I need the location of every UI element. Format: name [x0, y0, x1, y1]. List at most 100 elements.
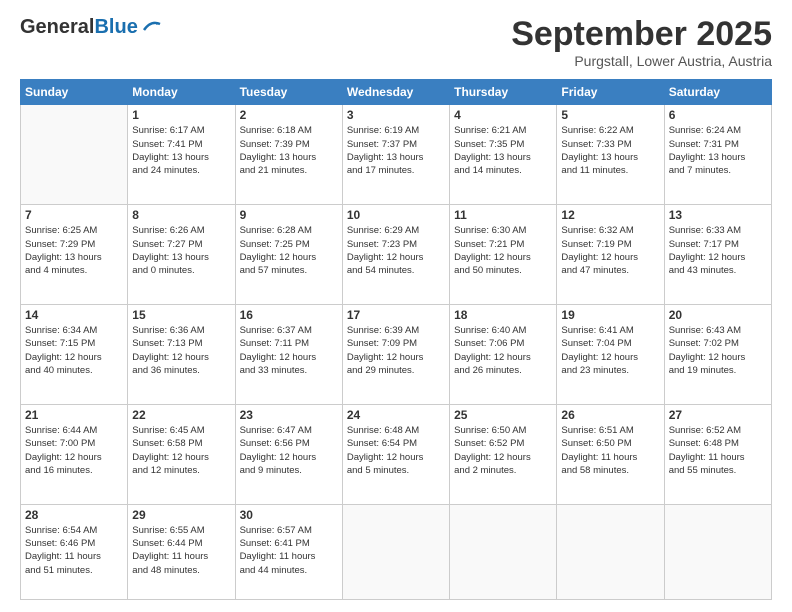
- weekday-header-wednesday: Wednesday: [342, 80, 449, 105]
- calendar-table: SundayMondayTuesdayWednesdayThursdayFrid…: [20, 79, 772, 600]
- day-number: 17: [347, 308, 445, 322]
- day-number: 11: [454, 208, 552, 222]
- day-info: Sunrise: 6:26 AM Sunset: 7:27 PM Dayligh…: [132, 224, 230, 277]
- day-number: 22: [132, 408, 230, 422]
- day-info: Sunrise: 6:19 AM Sunset: 7:37 PM Dayligh…: [347, 124, 445, 177]
- calendar-cell: [342, 504, 449, 599]
- day-number: 28: [25, 508, 123, 522]
- calendar-cell: 20 Sunrise: 6:43 AM Sunset: 7:02 PM Dayli…: [664, 305, 771, 405]
- calendar-week-row: 21Sunrise: 6:44 AM Sunset: 7:00 PM Dayli…: [21, 404, 772, 504]
- day-number: 19: [561, 308, 659, 322]
- calendar-cell: 27 Sunrise: 6:52 AM Sunset: 6:48 PM Dayli…: [664, 404, 771, 504]
- calendar-week-row: 28 Sunrise: 6:54 AM Sunset: 6:46 PM Dayli…: [21, 504, 772, 599]
- day-number: 23: [240, 408, 338, 422]
- calendar-cell: 11 Sunrise: 6:30 AM Sunset: 7:21 PM Dayli…: [450, 205, 557, 305]
- calendar-cell: [450, 504, 557, 599]
- logo: GeneralBlue: [20, 16, 162, 38]
- day-info: Sunrise: 6:52 AM Sunset: 6:48 PM Dayligh…: [669, 424, 767, 477]
- day-info: Sunrise: 6:22 AM Sunset: 7:33 PM Dayligh…: [561, 124, 659, 177]
- calendar-cell: 17 Sunrise: 6:39 AM Sunset: 7:09 PM Dayli…: [342, 305, 449, 405]
- calendar-cell: 4 Sunrise: 6:21 AM Sunset: 7:35 PM Daylig…: [450, 105, 557, 205]
- calendar-cell: 28 Sunrise: 6:54 AM Sunset: 6:46 PM Dayli…: [21, 504, 128, 599]
- calendar-week-row: 1 Sunrise: 6:17 AM Sunset: 7:41 PM Daylig…: [21, 105, 772, 205]
- calendar-cell: 1 Sunrise: 6:17 AM Sunset: 7:41 PM Daylig…: [128, 105, 235, 205]
- day-number: 7: [25, 208, 123, 222]
- day-number: 10: [347, 208, 445, 222]
- weekday-header-saturday: Saturday: [664, 80, 771, 105]
- calendar-cell: 7Sunrise: 6:25 AM Sunset: 7:29 PM Daylig…: [21, 205, 128, 305]
- day-number: 8: [132, 208, 230, 222]
- day-info: Sunrise: 6:28 AM Sunset: 7:25 PM Dayligh…: [240, 224, 338, 277]
- header: GeneralBlue September 2025 Purgstall, Lo…: [20, 16, 772, 69]
- location-subtitle: Purgstall, Lower Austria, Austria: [511, 53, 772, 69]
- calendar-cell: [21, 105, 128, 205]
- day-number: 3: [347, 108, 445, 122]
- weekday-header-monday: Monday: [128, 80, 235, 105]
- calendar-cell: 26 Sunrise: 6:51 AM Sunset: 6:50 PM Dayli…: [557, 404, 664, 504]
- day-info: Sunrise: 6:21 AM Sunset: 7:35 PM Dayligh…: [454, 124, 552, 177]
- day-info: Sunrise: 6:39 AM Sunset: 7:09 PM Dayligh…: [347, 324, 445, 377]
- day-number: 13: [669, 208, 767, 222]
- day-number: 9: [240, 208, 338, 222]
- day-number: 25: [454, 408, 552, 422]
- logo-icon: [140, 16, 162, 38]
- logo-general: General: [20, 16, 94, 38]
- day-info: Sunrise: 6:45 AM Sunset: 6:58 PM Dayligh…: [132, 424, 230, 477]
- title-block: September 2025 Purgstall, Lower Austria,…: [511, 16, 772, 69]
- day-info: Sunrise: 6:44 AM Sunset: 7:00 PM Dayligh…: [25, 424, 123, 477]
- calendar-cell: 18 Sunrise: 6:40 AM Sunset: 7:06 PM Dayli…: [450, 305, 557, 405]
- day-info: Sunrise: 6:57 AM Sunset: 6:41 PM Dayligh…: [240, 524, 338, 577]
- day-info: Sunrise: 6:33 AM Sunset: 7:17 PM Dayligh…: [669, 224, 767, 277]
- calendar-cell: 24 Sunrise: 6:48 AM Sunset: 6:54 PM Dayli…: [342, 404, 449, 504]
- calendar-cell: 29Sunrise: 6:55 AM Sunset: 6:44 PM Dayli…: [128, 504, 235, 599]
- calendar-cell: 23Sunrise: 6:47 AM Sunset: 6:56 PM Dayli…: [235, 404, 342, 504]
- day-number: 18: [454, 308, 552, 322]
- day-info: Sunrise: 6:37 AM Sunset: 7:11 PM Dayligh…: [240, 324, 338, 377]
- day-info: Sunrise: 6:40 AM Sunset: 7:06 PM Dayligh…: [454, 324, 552, 377]
- day-number: 2: [240, 108, 338, 122]
- day-info: Sunrise: 6:36 AM Sunset: 7:13 PM Dayligh…: [132, 324, 230, 377]
- calendar-cell: [557, 504, 664, 599]
- day-number: 27: [669, 408, 767, 422]
- month-title: September 2025: [511, 16, 772, 53]
- day-number: 16: [240, 308, 338, 322]
- day-number: 4: [454, 108, 552, 122]
- day-info: Sunrise: 6:48 AM Sunset: 6:54 PM Dayligh…: [347, 424, 445, 477]
- day-info: Sunrise: 6:54 AM Sunset: 6:46 PM Dayligh…: [25, 524, 123, 577]
- day-info: Sunrise: 6:41 AM Sunset: 7:04 PM Dayligh…: [561, 324, 659, 377]
- calendar-cell: 22 Sunrise: 6:45 AM Sunset: 6:58 PM Dayli…: [128, 404, 235, 504]
- day-number: 12: [561, 208, 659, 222]
- day-number: 20: [669, 308, 767, 322]
- weekday-header-tuesday: Tuesday: [235, 80, 342, 105]
- calendar-cell: 13 Sunrise: 6:33 AM Sunset: 7:17 PM Dayli…: [664, 205, 771, 305]
- calendar-cell: 16 Sunrise: 6:37 AM Sunset: 7:11 PM Dayli…: [235, 305, 342, 405]
- calendar-cell: [664, 504, 771, 599]
- calendar-cell: 10 Sunrise: 6:29 AM Sunset: 7:23 PM Dayli…: [342, 205, 449, 305]
- logo-blue: Blue: [94, 16, 137, 38]
- weekday-header-thursday: Thursday: [450, 80, 557, 105]
- day-number: 26: [561, 408, 659, 422]
- day-number: 15: [132, 308, 230, 322]
- calendar-cell: 12 Sunrise: 6:32 AM Sunset: 7:19 PM Dayli…: [557, 205, 664, 305]
- day-info: Sunrise: 6:51 AM Sunset: 6:50 PM Dayligh…: [561, 424, 659, 477]
- calendar-cell: 2 Sunrise: 6:18 AM Sunset: 7:39 PM Daylig…: [235, 105, 342, 205]
- calendar-cell: 21Sunrise: 6:44 AM Sunset: 7:00 PM Dayli…: [21, 404, 128, 504]
- calendar-week-row: 7Sunrise: 6:25 AM Sunset: 7:29 PM Daylig…: [21, 205, 772, 305]
- weekday-header-row: SundayMondayTuesdayWednesdayThursdayFrid…: [21, 80, 772, 105]
- calendar-cell: 9 Sunrise: 6:28 AM Sunset: 7:25 PM Daylig…: [235, 205, 342, 305]
- day-info: Sunrise: 6:17 AM Sunset: 7:41 PM Dayligh…: [132, 124, 230, 177]
- day-number: 1: [132, 108, 230, 122]
- day-number: 24: [347, 408, 445, 422]
- day-number: 30: [240, 508, 338, 522]
- day-info: Sunrise: 6:29 AM Sunset: 7:23 PM Dayligh…: [347, 224, 445, 277]
- day-info: Sunrise: 6:32 AM Sunset: 7:19 PM Dayligh…: [561, 224, 659, 277]
- weekday-header-friday: Friday: [557, 80, 664, 105]
- day-number: 6: [669, 108, 767, 122]
- day-info: Sunrise: 6:18 AM Sunset: 7:39 PM Dayligh…: [240, 124, 338, 177]
- day-info: Sunrise: 6:34 AM Sunset: 7:15 PM Dayligh…: [25, 324, 123, 377]
- day-info: Sunrise: 6:30 AM Sunset: 7:21 PM Dayligh…: [454, 224, 552, 277]
- calendar-week-row: 14Sunrise: 6:34 AM Sunset: 7:15 PM Dayli…: [21, 305, 772, 405]
- weekday-header-sunday: Sunday: [21, 80, 128, 105]
- calendar-cell: 25Sunrise: 6:50 AM Sunset: 6:52 PM Dayli…: [450, 404, 557, 504]
- day-info: Sunrise: 6:43 AM Sunset: 7:02 PM Dayligh…: [669, 324, 767, 377]
